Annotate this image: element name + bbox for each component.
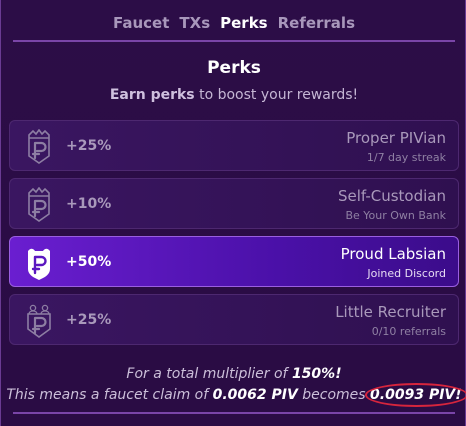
subtitle-text: to boost your rewards! xyxy=(194,87,359,103)
perk-description: 0/10 referrals xyxy=(371,325,446,338)
top-nav: Faucet TXs Perks Referrals xyxy=(1,14,466,32)
page-title: Perks xyxy=(207,58,261,78)
perk-boost: +50% xyxy=(66,254,112,270)
total-multiplier: 150%! xyxy=(291,366,342,382)
page-subtitle: Earn perks to boost your rewards! xyxy=(1,87,466,103)
perk-boost: +25% xyxy=(66,138,112,154)
summary-text: becomes xyxy=(297,387,371,403)
summary-text: For a total multiplier of xyxy=(126,366,292,382)
bottom-divider xyxy=(13,412,455,414)
nav-tab-txs[interactable]: TXs xyxy=(179,14,210,32)
nav-divider xyxy=(13,40,455,42)
base-claim-amount: 0.0062 PIV xyxy=(212,387,298,403)
perk-name: Proud Labsian xyxy=(340,245,446,263)
perk-card-little-recruiter[interactable]: +25% Little Recruiter 0/10 referrals xyxy=(9,294,459,345)
nav-tab-perks[interactable]: Perks xyxy=(220,14,267,32)
perk-description: 1/7 day streak xyxy=(366,151,446,164)
boosted-claim-amount: 0.0093 PIV! xyxy=(365,383,466,407)
pivx-crown-badge-icon xyxy=(28,129,50,164)
perk-card-proud-labsian[interactable]: +50% Proud Labsian Joined Discord xyxy=(9,236,459,287)
perk-card-self-custodian[interactable]: +10% Self-Custodian Be Your Own Bank xyxy=(9,178,459,229)
perk-boost: +10% xyxy=(66,196,112,212)
summary-text: This means a faucet claim of xyxy=(6,387,213,403)
perk-name: Little Recruiter xyxy=(335,303,446,321)
nav-tab-referrals[interactable]: Referrals xyxy=(278,14,355,32)
pivx-discord-badge-icon xyxy=(28,248,50,280)
app-frame: Faucet TXs Perks Referrals Perks Earn pe… xyxy=(0,0,466,426)
perk-name: Proper PIVian xyxy=(346,129,446,147)
perk-card-proper-pivian[interactable]: +25% Proper PIVian 1/7 day streak xyxy=(9,120,459,171)
nav-tab-faucet[interactable]: Faucet xyxy=(113,14,169,32)
subtitle-emphasis: Earn perks xyxy=(109,87,195,103)
pivx-people-badge-icon xyxy=(27,304,51,338)
perk-description: Joined Discord xyxy=(367,267,446,280)
perk-name: Self-Custodian xyxy=(337,187,446,205)
multiplier-summary: For a total multiplier of 150%! xyxy=(1,366,466,382)
claim-summary: This means a faucet claim of 0.0062 PIV … xyxy=(1,383,466,407)
perk-description: Be Your Own Bank xyxy=(345,209,446,222)
perk-boost: +25% xyxy=(66,312,112,328)
pivx-crown-badge-icon xyxy=(28,187,50,222)
